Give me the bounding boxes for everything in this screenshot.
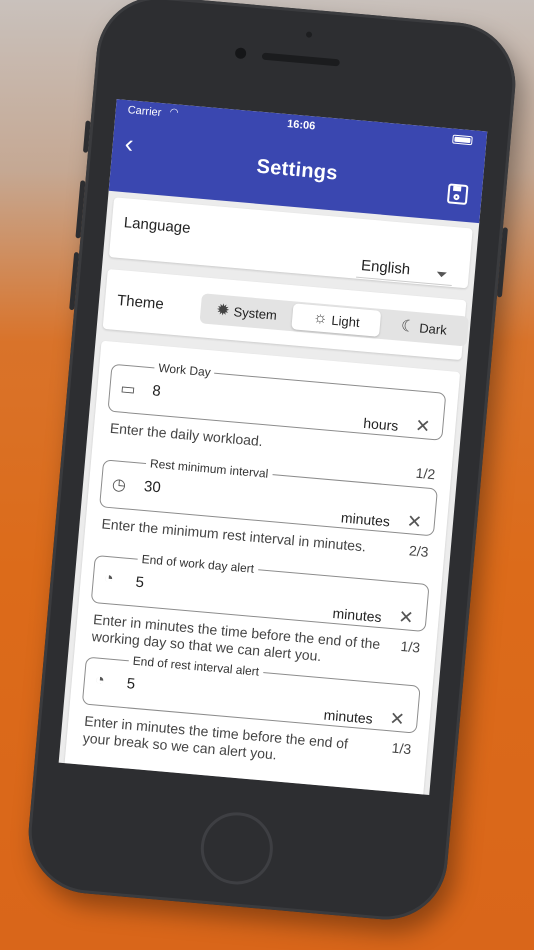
- home-button[interactable]: [197, 809, 276, 888]
- phone-sensor: [305, 31, 313, 38]
- helper-counter: 1/2: [415, 464, 436, 483]
- language-selected-value: English: [360, 257, 411, 279]
- theme-label: Theme: [116, 291, 165, 313]
- theme-option-label: Dark: [418, 319, 448, 338]
- clock-alert-icon: ◔: [94, 671, 106, 690]
- sun-icon: ☼: [312, 309, 329, 328]
- battery-icon: [452, 134, 473, 146]
- field-value: 5: [134, 573, 145, 592]
- phone-camera: [234, 47, 247, 60]
- theme-option-label: Light: [330, 312, 361, 330]
- work-settings-form: Work Day ▭ 8 hours ✕ Enter the daily wor…: [64, 340, 461, 795]
- helper-counter: 2/3: [408, 542, 430, 560]
- field-value: 30: [143, 477, 162, 497]
- field-value: 5: [126, 675, 136, 693]
- status-time: 16:06: [286, 118, 316, 133]
- moon-icon: ☾: [400, 317, 417, 336]
- theme-option-light[interactable]: ☼ Light: [291, 303, 382, 337]
- briefcase-icon: ▭: [119, 380, 137, 399]
- app-screen: Carrier ◠ 16:06 ‹ Settings Language Engl…: [58, 99, 488, 795]
- brightness-auto-icon: ✹: [215, 301, 231, 320]
- field-unit: hours: [362, 414, 399, 434]
- save-icon[interactable]: [446, 183, 469, 206]
- phone-volume-down: [69, 251, 80, 311]
- field-legend: Work Day: [153, 360, 216, 380]
- field-value: 8: [151, 382, 162, 401]
- caret-down-icon: [436, 271, 447, 278]
- field-unit: minutes: [332, 604, 383, 626]
- helper-counter: 1/3: [399, 637, 421, 656]
- theme-option-system[interactable]: ✹ System: [206, 296, 288, 329]
- wifi-icon: ◠: [169, 106, 179, 119]
- phone-frame: Carrier ◠ 16:06 ‹ Settings Language Engl…: [23, 0, 521, 925]
- theme-segmented-control: ✹ System ☼ Light ☾ Dark: [199, 293, 470, 347]
- theme-option-dark[interactable]: ☾ Dark: [385, 311, 463, 344]
- language-select[interactable]: English: [356, 256, 454, 287]
- field-unit: minutes: [323, 706, 374, 727]
- field-legend: End of work day alert: [137, 551, 259, 577]
- phone-volume-up: [75, 180, 86, 239]
- theme-option-label: System: [233, 303, 278, 323]
- phone-power-button: [496, 227, 508, 298]
- close-icon[interactable]: ✕: [398, 607, 415, 629]
- close-icon[interactable]: ✕: [389, 708, 406, 730]
- status-bar: Carrier ◠ 16:06: [115, 99, 488, 153]
- close-icon[interactable]: ✕: [406, 511, 423, 533]
- helper-counter: 1/3: [391, 739, 412, 758]
- language-label: Language: [123, 214, 192, 237]
- stage: Carrier ◠ 16:06 ‹ Settings Language Engl…: [0, 0, 534, 950]
- close-icon[interactable]: ✕: [414, 415, 431, 437]
- field-unit: minutes: [340, 509, 391, 530]
- phone-side-button: [82, 120, 91, 153]
- clock-alert-icon: ◔: [103, 569, 115, 588]
- carrier-label: Carrier: [127, 104, 162, 120]
- phone-speaker: [261, 52, 340, 67]
- field-legend: Rest minimum interval: [145, 456, 273, 482]
- page-title: Settings: [255, 155, 339, 185]
- timer-icon: ◷: [111, 476, 127, 495]
